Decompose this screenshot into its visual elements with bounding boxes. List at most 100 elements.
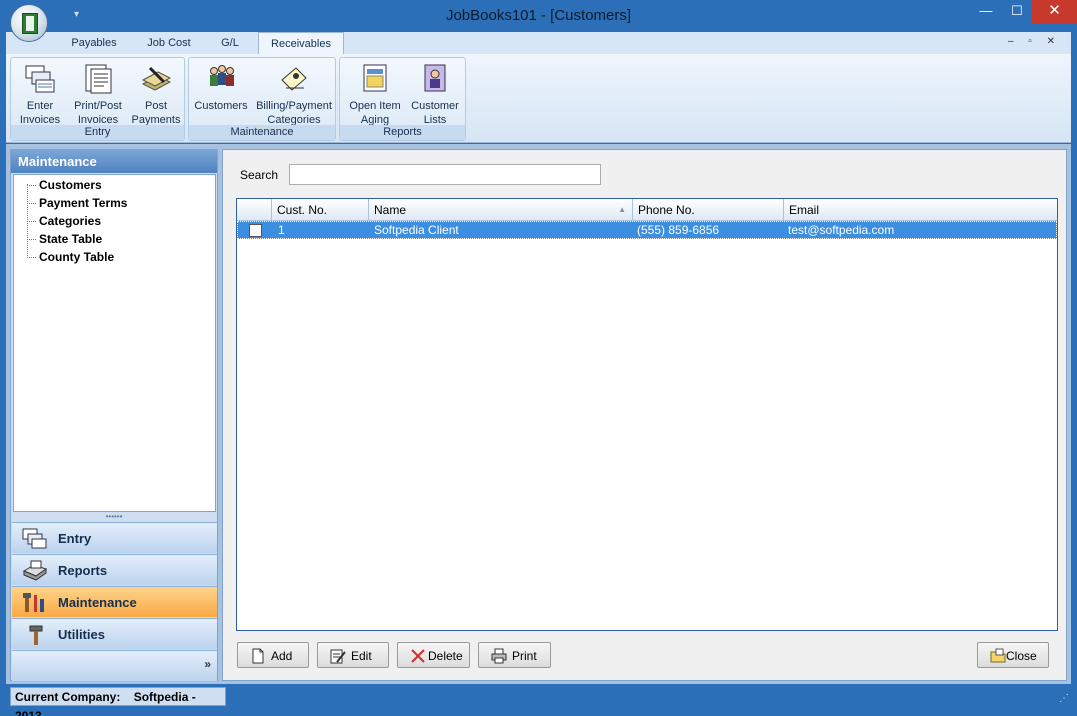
title-bar: ▾ JobBooks101 - [Customers] — ☐ ✕ <box>0 0 1077 32</box>
minimize-button[interactable]: — <box>970 0 1002 24</box>
column-header-name-label: Name <box>374 203 407 217</box>
search-input[interactable] <box>289 164 601 185</box>
customers-ribbon-label: Customers <box>194 100 248 112</box>
column-header-phone[interactable]: Phone No. <box>632 199 783 221</box>
enter-invoices-button[interactable]: Enter Invoices <box>15 60 65 127</box>
post-payments-button[interactable]: Post Payments <box>129 60 183 127</box>
billing-payment-categories-button[interactable]: Billing/Payment Categories <box>253 60 335 127</box>
nav-splitter[interactable]: •••••• <box>11 513 217 522</box>
window-title: JobBooks101 - [Customers] <box>445 7 632 24</box>
application-menu-button[interactable] <box>10 4 48 42</box>
edit-icon <box>330 649 346 664</box>
delete-button[interactable]: Delete <box>397 642 470 668</box>
print-button-label: Print <box>512 649 537 663</box>
delete-icon <box>411 649 425 663</box>
table-row[interactable]: 1 Softpedia Client (555) 859-6856 test@s… <box>237 221 1057 239</box>
ribbon-group-reports: Open Item Aging Customer Lists Reports <box>339 57 466 141</box>
cell-cust-no: 1 <box>278 223 285 237</box>
ribbon-group-reports-label: Reports <box>340 125 465 140</box>
column-header-check[interactable] <box>237 199 271 221</box>
current-company-panel: Current Company: Softpedia - 2013 <box>10 687 226 716</box>
add-button[interactable]: Add <box>237 642 309 668</box>
nav-button-entry[interactable]: Entry <box>12 522 217 553</box>
edit-button[interactable]: Edit <box>317 642 389 668</box>
open-item-aging-icon <box>363 64 387 92</box>
customers-icon <box>210 65 234 86</box>
maintenance-tree: Customers Payment Terms Categories State… <box>13 174 216 512</box>
customer-lists-icon <box>424 64 446 92</box>
tree-item-customers[interactable]: Customers <box>14 176 215 194</box>
ribbon-group-maintenance-label: Maintenance <box>189 125 335 140</box>
ribbon-group-entry-label: Entry <box>11 125 184 140</box>
search-label: Search <box>240 168 279 182</box>
nav-button-reports[interactable]: Reports <box>12 554 217 585</box>
nav-button-entry-label: Entry <box>58 531 92 546</box>
nav-button-reports-label: Reports <box>58 563 108 578</box>
printer-icon <box>22 560 48 581</box>
billing-payment-label-1: Billing/Payment <box>256 100 332 112</box>
ribbon-group-maintenance: Customers Billing/Payment Categories Mai… <box>188 57 336 141</box>
nav-button-maintenance[interactable]: Maintenance <box>12 586 217 617</box>
ribbon-group-entry: Enter Invoices Print/Post Invoices Post … <box>10 57 185 141</box>
close-window-button[interactable]: ✕ <box>1032 0 1077 24</box>
delete-button-label: Delete <box>428 649 463 663</box>
app-window: ▾ JobBooks101 - [Customers] — ☐ ✕ Payabl… <box>0 0 1077 716</box>
print-post-label-1: Print/Post <box>74 100 122 112</box>
customer-lists-button[interactable]: Customer Lists <box>406 60 464 127</box>
app-logo-icon <box>22 13 38 34</box>
printer-icon <box>491 648 507 664</box>
open-item-aging-button[interactable]: Open Item Aging <box>344 60 406 127</box>
customers-ribbon-button[interactable]: Customers <box>191 60 251 113</box>
grid-header: Cust. No. Name ▲ Phone No. Email <box>237 199 1057 221</box>
tab-gl[interactable]: G/L <box>204 32 256 54</box>
folder-icon <box>990 648 1006 663</box>
row-checkbox[interactable] <box>249 224 262 237</box>
tree-item-state-table[interactable]: State Table <box>14 230 215 248</box>
entry-icon <box>22 528 47 549</box>
cell-phone: (555) 859-6856 <box>637 223 720 237</box>
tab-receivables[interactable]: Receivables <box>258 32 344 55</box>
cell-email: test@softpedia.com <box>788 223 895 237</box>
tree-item-county-table[interactable]: County Table <box>14 248 215 266</box>
post-payments-icon <box>141 66 172 91</box>
nav-pane-footer: » <box>12 650 217 681</box>
post-payments-label-1: Post <box>144 100 167 112</box>
tree-item-categories[interactable]: Categories <box>14 212 215 230</box>
current-company-label: Current Company: <box>15 690 121 704</box>
sort-ascending-icon: ▲ <box>618 205 626 214</box>
nav-button-utilities[interactable]: Utilities <box>12 618 217 649</box>
column-header-name[interactable]: Name ▲ <box>368 199 632 221</box>
close-button-label: Close <box>1006 649 1037 663</box>
column-header-email[interactable]: Email <box>783 199 1057 221</box>
invoices-icon <box>25 65 55 93</box>
tab-job-cost[interactable]: Job Cost <box>134 32 204 54</box>
cell-name: Softpedia Client <box>374 223 459 237</box>
ribbon-panel: Enter Invoices Print/Post Invoices Post … <box>6 54 1071 143</box>
edit-button-label: Edit <box>351 649 372 663</box>
add-button-label: Add <box>271 649 293 663</box>
nav-more-button[interactable]: » <box>204 657 211 671</box>
tab-payables[interactable]: Payables <box>54 32 134 54</box>
nav-button-maintenance-label: Maintenance <box>58 595 137 610</box>
tools-icon <box>23 593 44 612</box>
print-post-invoices-button[interactable]: Print/Post Invoices <box>69 60 127 127</box>
nav-pane-header: Maintenance <box>11 150 217 173</box>
tree-item-payment-terms[interactable]: Payment Terms <box>14 194 215 212</box>
mdi-child-controls[interactable]: ‒ ▫ ✕ <box>1008 36 1061 47</box>
open-item-aging-label-1: Open Item <box>349 100 401 112</box>
print-post-invoices-icon <box>85 64 112 94</box>
customers-panel: Search Cust. No. Name ▲ Phone No. Email … <box>222 149 1067 681</box>
customers-grid: Cust. No. Name ▲ Phone No. Email 1 Softp… <box>236 198 1058 631</box>
customer-lists-label-1: Customer <box>411 100 459 112</box>
ribbon-tab-strip: Payables Job Cost G/L Receivables ‒ ▫ ✕ <box>6 32 1071 55</box>
status-bar: Current Company: Softpedia - 2013 ⋰ <box>0 684 1077 716</box>
resize-grip-icon[interactable]: ⋰ <box>1059 693 1069 704</box>
maximize-button[interactable]: ☐ <box>1002 0 1032 24</box>
column-header-cust-no[interactable]: Cust. No. <box>271 199 368 221</box>
new-document-icon <box>252 648 264 664</box>
print-button[interactable]: Print <box>478 642 551 668</box>
navigation-pane: Maintenance Customers Payment Terms Cate… <box>10 149 218 681</box>
hammer-icon <box>29 625 43 645</box>
nav-button-utilities-label: Utilities <box>58 627 105 642</box>
close-button[interactable]: Close <box>977 642 1049 668</box>
